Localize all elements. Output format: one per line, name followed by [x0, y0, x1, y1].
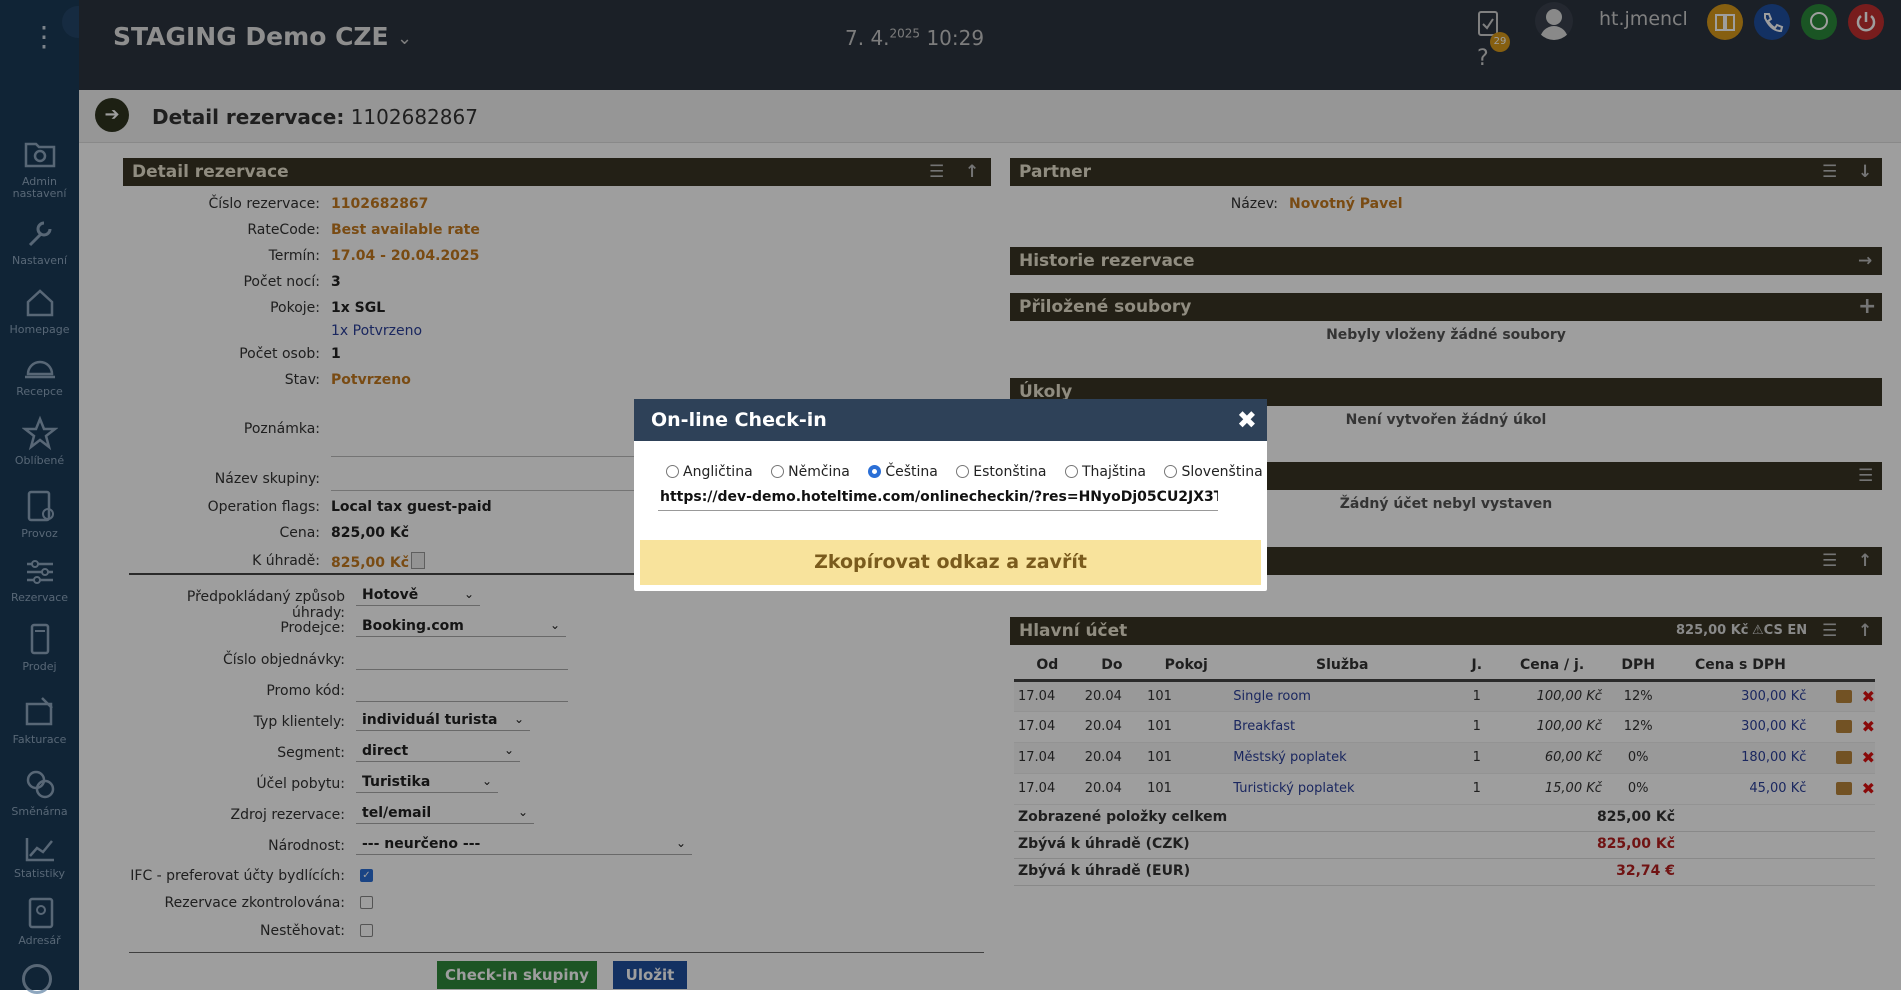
radio-button[interactable]: [1164, 465, 1178, 478]
checkin-url-field[interactable]: https://dev-demo.hoteltime.com/onlineche…: [658, 487, 1218, 511]
online-checkin-modal: On-line Check-in ✖ Angličtina Němčina Če…: [634, 399, 1267, 591]
radio-button[interactable]: [956, 465, 970, 478]
language-label: Estonština: [973, 464, 1047, 480]
radio-button[interactable]: [1064, 465, 1078, 478]
language-option-anglictina[interactable]: Angličtina: [666, 464, 753, 480]
language-label: Angličtina: [683, 464, 753, 480]
modal-header: On-line Check-in ✖: [634, 399, 1267, 441]
language-option-slovenstina[interactable]: Slovenština: [1164, 464, 1263, 480]
modal-title: On-line Check-in: [651, 409, 827, 431]
radio-button-selected[interactable]: [868, 465, 882, 478]
language-option-cestina[interactable]: Čeština: [868, 464, 938, 480]
language-option-thajstina[interactable]: Thajština: [1064, 464, 1146, 480]
language-option-nemcina[interactable]: Němčina: [771, 464, 850, 480]
language-label: Čeština: [885, 464, 938, 480]
radio-button[interactable]: [771, 465, 785, 478]
close-icon[interactable]: ✖: [1237, 399, 1257, 441]
language-label: Thajština: [1081, 464, 1146, 480]
language-radio-group: Angličtina Němčina Čeština Estonština Th…: [666, 464, 1277, 480]
language-option-estonstina[interactable]: Estonština: [956, 464, 1047, 480]
language-label: Němčina: [788, 464, 850, 480]
language-label: Slovenština: [1181, 464, 1263, 480]
radio-button[interactable]: [666, 465, 679, 478]
copy-link-and-close-button[interactable]: Zkopírovat odkaz a zavřít: [640, 540, 1261, 585]
